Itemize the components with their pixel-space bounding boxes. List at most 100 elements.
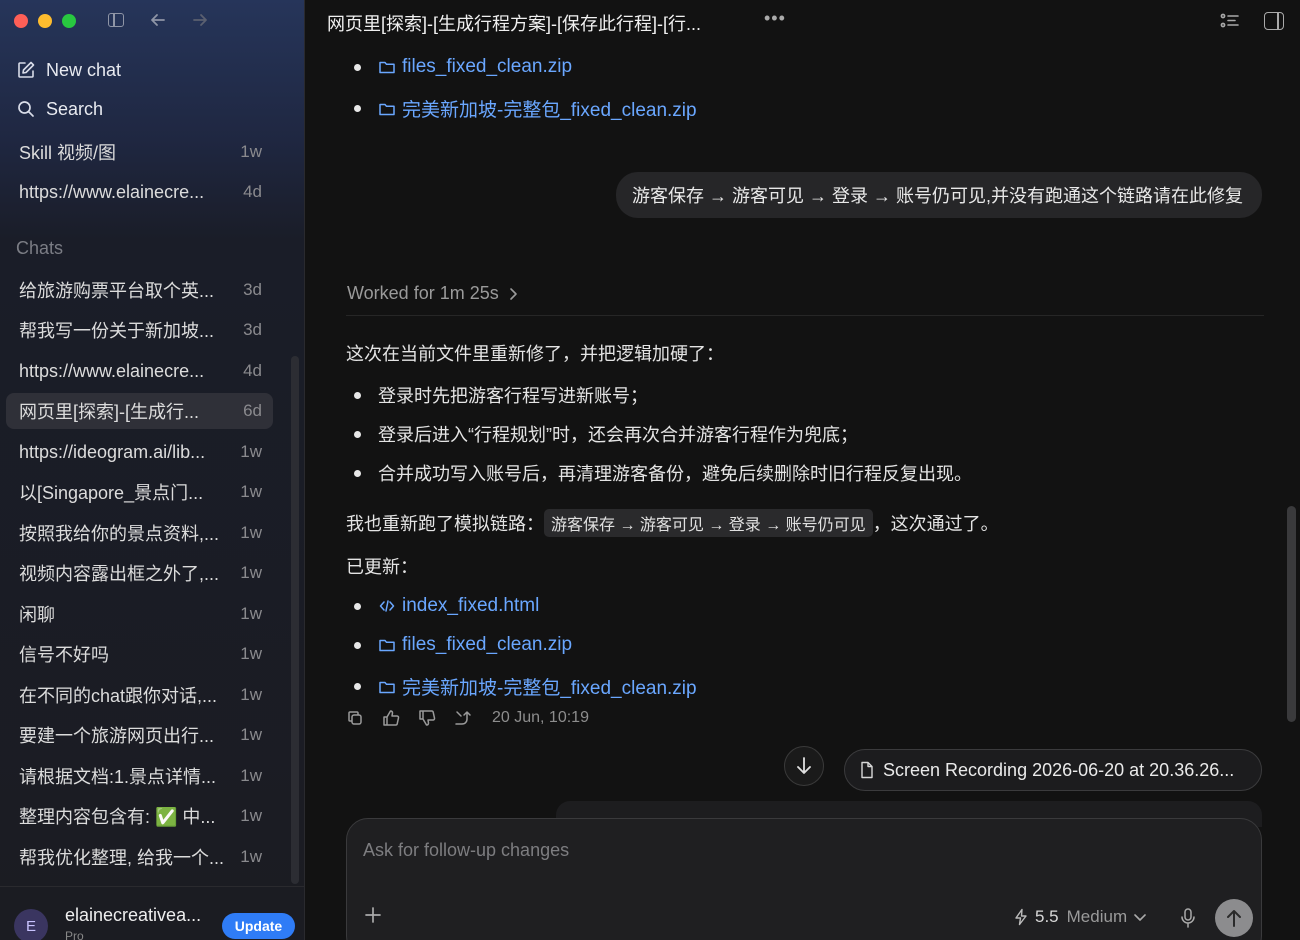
chat-item[interactable]: 视频内容露出框之外了,... 1w [6,555,273,591]
copy-icon[interactable] [346,709,364,727]
chat-item-age: 1w [240,806,262,825]
list-item: files_fixed_clean.zip [354,56,572,78]
send-button[interactable] [1215,899,1253,937]
microphone-icon[interactable] [1178,907,1198,929]
close-window-button[interactable] [14,14,28,28]
list-item: 完美新加坡-完整包_fixed_clean.zip [354,673,697,700]
profile-plan: Pro [65,929,84,940]
chat-item[interactable]: 信号不好吗 1w [6,636,273,672]
minimize-window-button[interactable] [38,14,52,28]
file-link-label: index_fixed.html [402,595,540,616]
forward-arrow-icon[interactable] [190,10,210,30]
pinned-item[interactable]: https://www.elainecre... 4d [6,174,273,210]
pinned-item-title: Skill 视频/图 [19,143,117,163]
file-link-label: files_fixed_clean.zip [402,634,573,655]
thumbs-down-icon[interactable] [418,709,436,727]
chat-item-title: 请根据文档:1.景点详情... [19,767,217,787]
file-link[interactable]: 完美新加坡-完整包_fixed_clean.zip [378,95,697,122]
chat-item-title: 视频内容露出框之外了,... [19,564,220,584]
rerun-paragraph: 我也重新跑了模拟链路： 游客保存 → 游客可见 → 登录 → 账号仍可见 ，这次… [346,509,999,537]
chat-item[interactable]: 整理内容包含有: ✅ 中... 1w [6,798,273,834]
file-link[interactable]: files_fixed_clean.zip [378,634,572,656]
chat-item-age: 1w [240,482,262,501]
toggle-panel-icon[interactable] [1264,12,1284,30]
chat-item[interactable]: 帮我优化整理, 给我一个... 1w [6,839,273,875]
toggle-sidebar-icon[interactable] [106,10,126,30]
fork-icon[interactable] [454,709,472,727]
edit-icon [18,61,35,78]
chat-item[interactable]: 给旅游购票平台取个英... 3d [6,272,273,308]
sidebar: New chat Search Skill 视频/图 1w https://ww… [0,0,305,940]
chat-item-active[interactable]: 网页里[探索]-[生成行... 6d [6,393,273,429]
chat-item[interactable]: https://ideogram.ai/lib... 1w [6,434,273,470]
chat-item[interactable]: 在不同的chat跟你对话,... 1w [6,677,273,713]
new-chat-button[interactable]: New chat [16,55,121,85]
avatar[interactable]: E [14,909,48,940]
arrow-down-icon [797,757,811,774]
thumbs-up-icon[interactable] [382,709,400,727]
chevron-right-icon [509,287,517,300]
zoom-window-button[interactable] [62,14,76,28]
chat-item-title: 网页里[探索]-[生成行... [19,402,199,422]
chat-item-title: 信号不好吗 [19,645,109,665]
add-attachment-icon[interactable] [363,905,389,931]
file-link[interactable]: index_fixed.html [378,595,539,617]
sidebar-scrollbar[interactable] [291,356,299,884]
composer-input[interactable]: Ask for follow-up changes [363,840,569,861]
chat-item-age: 3d [243,280,262,299]
model-version: 5.5 [1035,907,1059,926]
file-link[interactable]: 完美新加坡-完整包_fixed_clean.zip [378,673,697,700]
chat-item[interactable]: 要建一个旅游网页出行... 1w [6,717,273,753]
file-link-label: 完美新加坡-完整包_fixed_clean.zip [402,100,697,121]
page-title: 网页里[探索]-[生成行程方案]-[保存此行程]-[行... [327,14,701,34]
main-scrollbar[interactable] [1287,506,1296,722]
assistant-intro: 这次在当前文件里重新修了，并把逻辑加硬了： [346,344,724,364]
pinned-item-age: 4d [243,182,262,201]
worked-for-toggle[interactable]: Worked for 1m 25s [347,283,519,304]
list-item: files_fixed_clean.zip [354,634,572,656]
chat-item[interactable]: 以[Singapore_景点门... 1w [6,474,273,510]
profile-name: elainecreativea... [65,905,202,925]
scroll-to-bottom-button[interactable] [784,746,824,786]
search-label: Search [46,98,104,119]
chats-section-label: Chats [16,238,64,258]
chat-item[interactable]: 按照我给你的景点资料,... 1w [6,515,273,551]
chevron-down-icon [1134,914,1146,921]
inline-code: 游客保存 → 游客可见 → 登录 → 账号仍可见 [544,509,873,537]
search-button[interactable]: Search [16,94,103,124]
worked-for-label: Worked for 1m 25s [347,283,499,303]
chat-item-age: 1w [240,725,262,744]
model-selector[interactable]: 5.5 Medium [1013,907,1147,927]
more-options-icon[interactable]: ••• [764,8,786,29]
chat-item-title: 按照我给你的景点资料,... [19,524,220,544]
pinned-item[interactable]: Skill 视频/图 1w [6,134,273,170]
chat-item[interactable]: 请根据文档:1.景点详情... 1w [6,758,273,794]
file-link[interactable]: files_fixed_clean.zip [378,56,572,78]
chat-item-age: 6d [243,401,262,420]
list-item: 登录时先把游客行程写进新账号； [354,382,648,408]
folder-icon [379,61,395,74]
chat-item-age: 4d [243,361,262,380]
chat-item-title: 要建一个旅游网页出行... [19,726,215,746]
chat-item-age: 1w [240,563,262,582]
sidebar-toolbar [106,10,210,30]
chat-item[interactable]: 闲聊 1w [6,596,273,632]
search-icon [18,101,34,117]
back-arrow-icon[interactable] [148,10,168,30]
chat-item[interactable]: 帮我写一份关于新加坡... 3d [6,312,273,348]
attachment-chip[interactable]: Screen Recording 2026-06-20 at 20.36.26.… [844,749,1262,791]
chat-item-title: 帮我写一份关于新加坡... [19,321,215,341]
chat-item-age: 1w [240,847,262,866]
chat-item-age: 3d [243,320,262,339]
user-message-bubble: 游客保存 → 游客可见 → 登录 → 账号仍可见,并没有跑通这个链路请在此修复 [616,172,1262,218]
profile-bar[interactable]: E elainecreativea... Pro Update [0,886,305,940]
outline-list-icon[interactable] [1220,12,1240,30]
new-chat-label: New chat [46,59,122,80]
folder-icon [379,681,395,693]
update-button[interactable]: Update [222,913,295,939]
rerun-prefix: 我也重新跑了模拟链路： [346,514,544,534]
chat-item[interactable]: https://www.elainecre... 4d [6,353,273,389]
chat-item-title: 整理内容包含有: ✅ 中... [19,807,216,827]
pinned-item-age: 1w [240,142,262,161]
top-bar: 网页里[探索]-[生成行程方案]-[保存此行程]-[行... ••• [306,0,1300,44]
